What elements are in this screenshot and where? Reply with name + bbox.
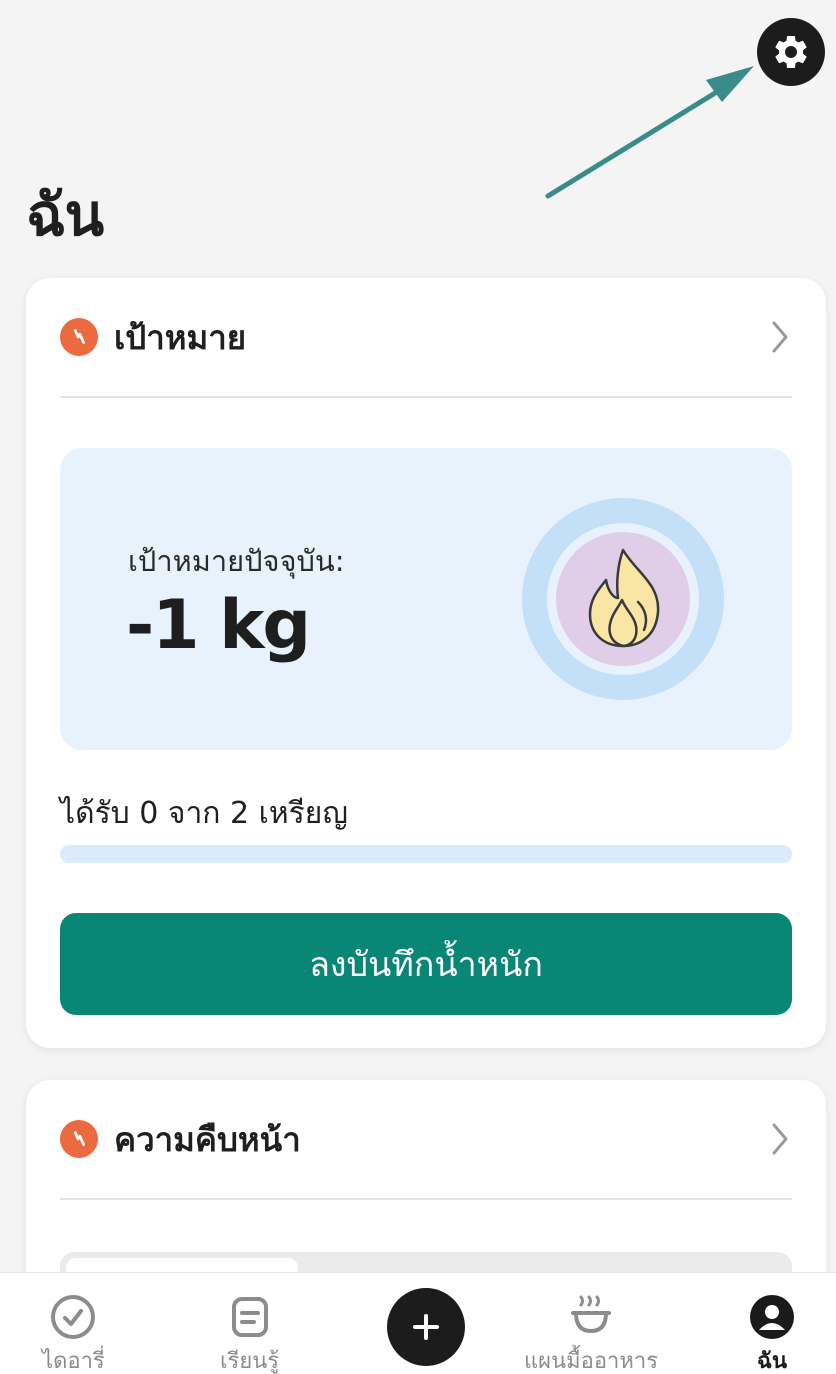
goal-badge-icon <box>60 318 98 356</box>
gear-icon <box>775 35 807 68</box>
nav-item-meal-plan[interactable]: แผนมื้ออาหาร <box>524 1293 658 1374</box>
current-goal-value: -1 kg <box>126 586 311 665</box>
nav-label-diary: ไดอารี่ <box>42 1349 105 1374</box>
nav-label-me: ฉัน <box>756 1348 788 1374</box>
progress-card-header[interactable]: ความคืบหน้า <box>60 1080 792 1200</box>
progress-card-title: ความคืบหน้า <box>114 1119 301 1159</box>
nav-item-diary[interactable]: ไดอารี่ <box>42 1293 105 1374</box>
check-circle-icon <box>51 1295 96 1339</box>
chevron-right-icon <box>772 321 788 353</box>
nav-label-meal-plan: แผนมื้ออาหาร <box>524 1349 659 1374</box>
page-title: ฉัน <box>26 181 104 249</box>
bowl-icon <box>571 1295 612 1334</box>
bottom-nav: ไดอารี่ เรียนรู้ แผนมื้ออาหาร ฉัน <box>0 1272 836 1374</box>
add-button[interactable] <box>387 1288 465 1366</box>
plus-icon <box>413 1314 439 1340</box>
log-weight-button[interactable]: ลงบันทึกน้ำหนัก <box>60 913 792 1015</box>
goal-card: เป้าหมาย เป้าหมายปัจจุบัน: -1 kg ได้รับ … <box>26 278 826 1048</box>
goal-card-header[interactable]: เป้าหมาย <box>60 278 792 398</box>
article-icon <box>231 1297 268 1337</box>
current-goal-box: เป้าหมายปัจจุบัน: -1 kg <box>60 448 792 750</box>
nav-label-learn: เรียนรู้ <box>220 1349 280 1374</box>
chevron-right-icon <box>772 1123 788 1155</box>
nav-item-me[interactable]: ฉัน <box>748 1293 796 1374</box>
annotation-arrow <box>545 66 754 199</box>
medals-progress-text: ได้รับ 0 จาก 2 เหรียญ <box>60 796 348 831</box>
current-goal-label: เป้าหมายปัจจุบัน: <box>128 544 345 578</box>
goal-card-title: เป้าหมาย <box>114 317 247 357</box>
settings-button[interactable] <box>757 18 825 86</box>
profile-icon <box>750 1295 794 1339</box>
flame-badge-icon <box>522 498 724 700</box>
medals-progress-bar <box>60 845 792 863</box>
progress-badge-icon <box>60 1120 98 1158</box>
nav-item-learn[interactable]: เรียนรู้ <box>220 1293 279 1374</box>
